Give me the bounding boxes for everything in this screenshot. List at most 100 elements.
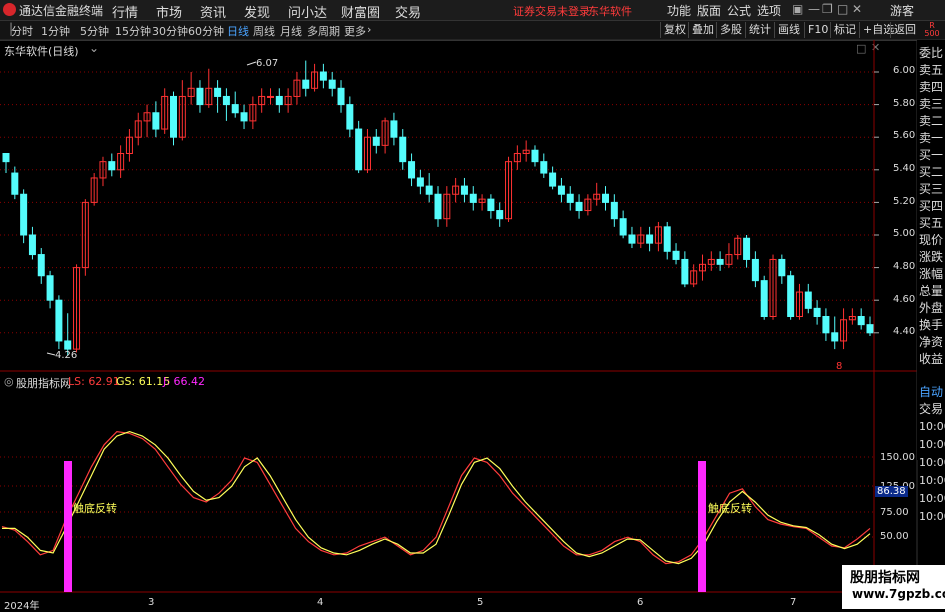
candle-body (663, 226, 671, 252)
watermark-line2: www.7gpzb.com (852, 587, 945, 601)
quote-item[interactable]: 卖三 (919, 96, 943, 113)
quote-item[interactable]: 卖二 (919, 113, 943, 130)
signal-text: 触底反转 (708, 502, 752, 515)
time-item: 10:00 (919, 510, 945, 523)
quote-item[interactable]: 买一 (919, 147, 943, 164)
time-item: 10:00 (919, 438, 945, 451)
candle-body (672, 250, 680, 260)
candle-body (11, 172, 19, 195)
candle-body (28, 234, 36, 256)
quote-item[interactable]: 买四 (919, 198, 943, 215)
quote-item[interactable]: 委比 (919, 45, 943, 62)
auto-trade-panel: 自动 交易 (919, 384, 943, 418)
low-pointer (46, 352, 56, 356)
price-tick: 4.40 (893, 326, 916, 337)
candle-body (152, 112, 160, 130)
price-tick: 6.00 (893, 65, 916, 76)
signal-bar (64, 461, 72, 592)
candle-body (822, 316, 830, 334)
candlestick-series (2, 60, 874, 356)
candle-body (566, 193, 574, 203)
candle-body (319, 71, 327, 81)
osc-tick: 75.00 (880, 507, 909, 518)
candle-body (64, 340, 72, 350)
candle-body (328, 79, 336, 89)
time-item: 10:00 (919, 456, 945, 469)
indicator-settings-icon[interactable]: ◎ (4, 375, 14, 388)
candle-body (231, 104, 239, 114)
auto-button[interactable]: 自动 (919, 384, 943, 401)
candle-body (831, 332, 839, 342)
osc-tick: 150.00 (880, 452, 915, 463)
quote-panel-list: 委比 卖五 卖四 卖三 卖二 卖一 买一 买二 买三 买四 买五 现价 涨跌 涨… (919, 45, 943, 368)
indicator-name[interactable]: 股朋指标网 (16, 375, 71, 391)
high-pointer (246, 61, 257, 66)
quote-item[interactable]: 现价 (919, 232, 943, 249)
candle-body (531, 149, 539, 163)
candle-body (266, 95, 274, 98)
candle-body (628, 234, 636, 244)
watermark-line1: 股朋指标网 (850, 570, 920, 586)
quote-item[interactable]: 外盘 (919, 300, 943, 317)
osc-tick: 50.00 (880, 531, 909, 542)
candle-body (575, 201, 583, 212)
price-tick: 5.00 (893, 228, 916, 239)
quote-item[interactable]: 收益 (919, 351, 943, 368)
price-tick: 5.60 (893, 130, 916, 141)
candle-body (743, 237, 751, 260)
quote-item[interactable]: 卖五 (919, 62, 943, 79)
candle-body (302, 79, 310, 89)
candle-body (275, 95, 283, 106)
candle-body (240, 112, 248, 122)
indicator-lines (1, 430, 871, 565)
quote-item[interactable]: 净资 (919, 334, 943, 351)
time-list: 10:00 10:00 10:00 10:00 10:00 10:00 (919, 418, 945, 526)
candle-body (408, 161, 416, 179)
candle-body (170, 95, 178, 138)
quote-item[interactable]: 卖一 (919, 130, 943, 147)
quote-item[interactable]: 买五 (919, 215, 943, 232)
time-item: 10:00 (919, 420, 945, 433)
low-price-label: 4.26 (55, 350, 78, 361)
quote-item[interactable]: 换手 (919, 317, 943, 334)
gs-line (2, 430, 871, 565)
quote-item[interactable]: 买三 (919, 181, 943, 198)
candle-body (813, 307, 821, 318)
candle-body (399, 136, 407, 163)
time-item: 10:00 (919, 492, 945, 505)
candle-body (804, 291, 812, 309)
candle-body (2, 153, 10, 163)
candle-body (610, 201, 618, 220)
date-label: 3 (148, 597, 155, 608)
candle-body (469, 193, 477, 203)
quote-item[interactable]: 总量 (919, 283, 943, 300)
quote-item[interactable]: 涨幅 (919, 266, 943, 283)
candle-body (760, 280, 768, 318)
candle-body (496, 210, 504, 220)
candle-body (646, 234, 654, 244)
candle-body (751, 258, 759, 282)
quote-item[interactable]: 涨跌 (919, 249, 943, 266)
date-label: 7 (790, 597, 797, 608)
candle-body (425, 185, 433, 195)
signal-bar (698, 461, 706, 592)
ls-value: LS: 62.91 (68, 375, 120, 388)
candle-body (214, 87, 222, 97)
candle-body (390, 120, 398, 138)
trade-button[interactable]: 交易 (919, 401, 943, 418)
price-tick: 5.40 (893, 163, 916, 174)
candle-body (416, 177, 424, 187)
date-label: 4 (317, 597, 324, 608)
price-tick: 4.60 (893, 294, 916, 305)
candle-body (355, 128, 363, 171)
candle-body (346, 104, 354, 130)
candle-body (37, 254, 45, 277)
price-tick: 5.80 (893, 98, 916, 109)
candle-body (681, 258, 689, 285)
quote-item[interactable]: 卖四 (919, 79, 943, 96)
candle-body (857, 316, 865, 326)
high-price-label: 6.07 (256, 58, 279, 69)
watermark: 股朋指标网 www.7gpzb.com (842, 565, 945, 609)
quote-item[interactable]: 买二 (919, 164, 943, 181)
price-tick: 4.80 (893, 261, 916, 272)
